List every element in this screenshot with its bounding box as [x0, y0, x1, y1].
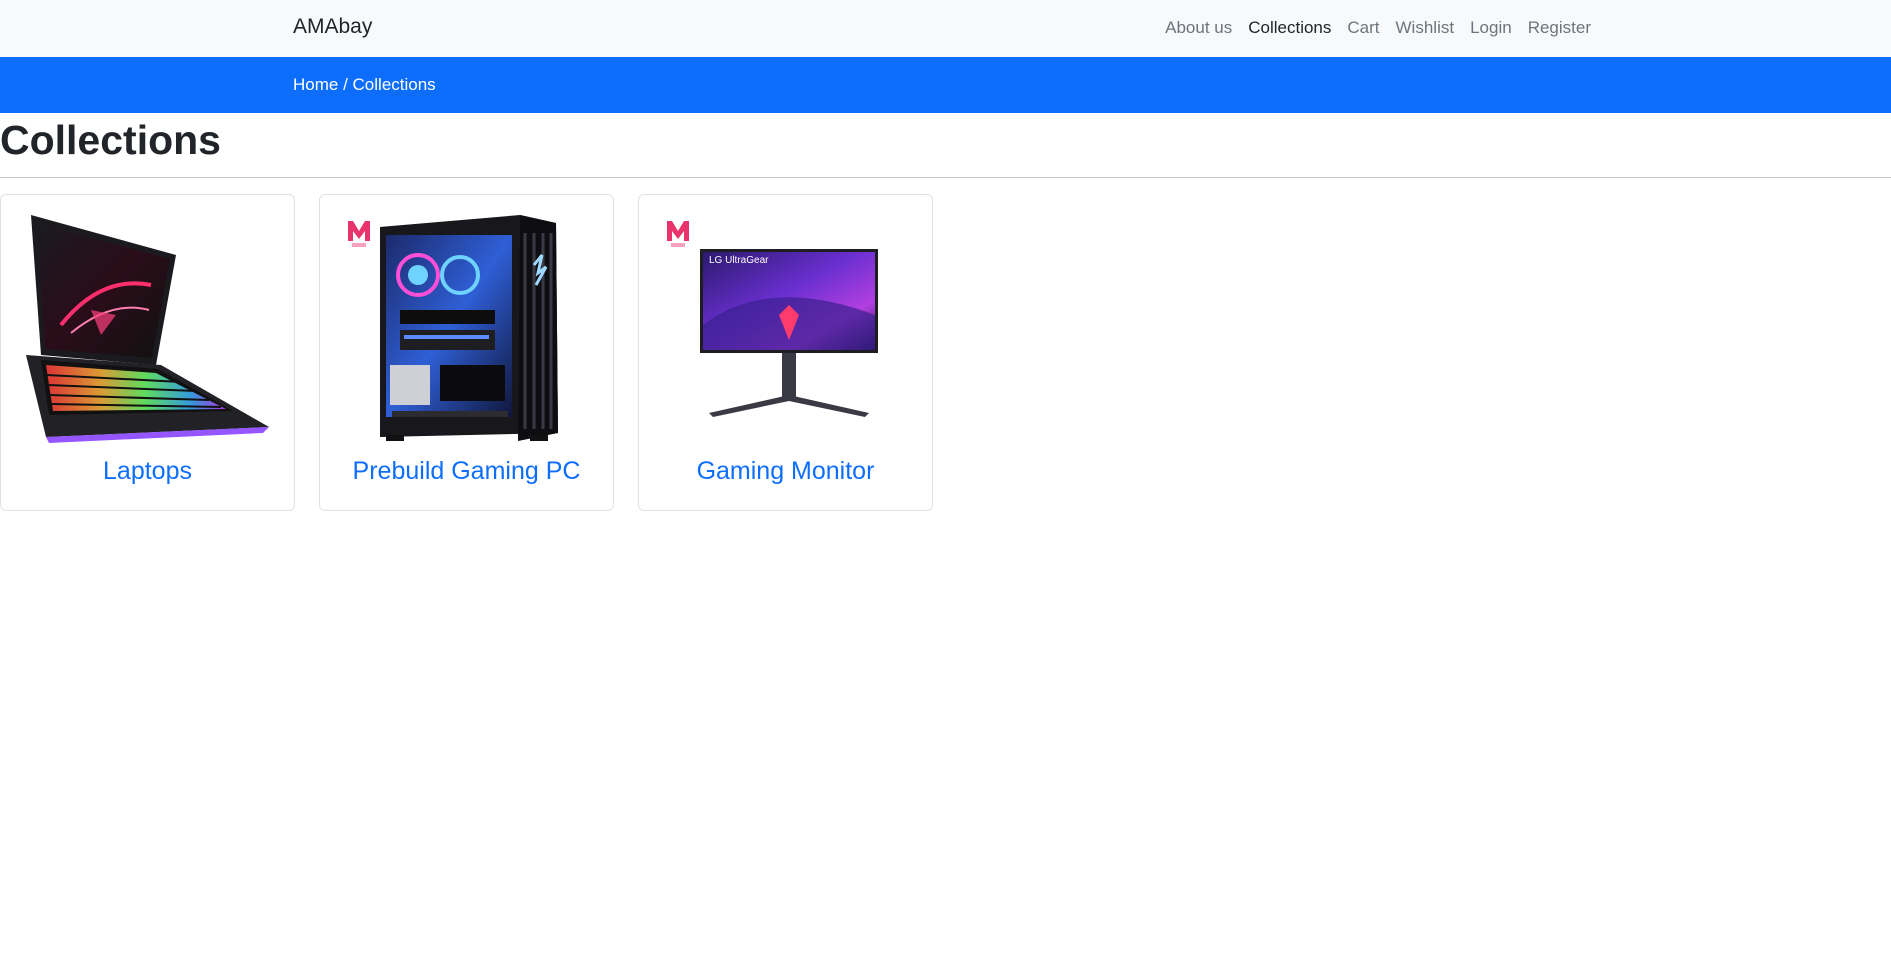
- breadcrumb-bar: Home / Collections: [0, 57, 1891, 113]
- gaming-pc-image: [380, 215, 558, 441]
- collection-card-gaming-monitor[interactable]: LG UltraGear Gaming Monitor: [638, 194, 933, 511]
- nav-register-link[interactable]: Register: [1528, 18, 1591, 38]
- title-divider: [0, 177, 1891, 178]
- brand-link[interactable]: AMAbay: [293, 15, 372, 39]
- monitor-brand-text: LG UltraGear: [709, 255, 769, 266]
- breadcrumb: Home / Collections: [293, 75, 436, 95]
- breadcrumb-current[interactable]: Collections: [353, 75, 436, 94]
- laptop-image: [26, 215, 269, 443]
- nav-menu: About us Collections Cart Wishlist Login…: [1165, 18, 1591, 38]
- gaming-monitor-image: LG UltraGear: [700, 249, 878, 417]
- breadcrumb-separator: /: [338, 75, 353, 94]
- collection-card-laptops[interactable]: Laptops: [0, 194, 295, 511]
- card-title-gaming-monitor[interactable]: Gaming Monitor: [639, 457, 932, 486]
- card-title-prebuild-gaming-pc[interactable]: Prebuild Gaming PC: [320, 457, 613, 486]
- nav-collections-link[interactable]: Collections: [1248, 18, 1331, 38]
- nav-wishlist-link[interactable]: Wishlist: [1396, 18, 1455, 38]
- nav-cart-link[interactable]: Cart: [1347, 18, 1379, 38]
- nav-about-link[interactable]: About us: [1165, 18, 1232, 38]
- nav-login-link[interactable]: Login: [1470, 18, 1512, 38]
- top-navbar: AMAbay About us Collections Cart Wishlis…: [0, 0, 1891, 57]
- card-title-laptops[interactable]: Laptops: [1, 457, 294, 486]
- breadcrumb-home-link[interactable]: Home: [293, 75, 338, 94]
- page-title: Collections: [0, 117, 221, 163]
- collection-card-prebuild-gaming-pc[interactable]: Prebuild Gaming PC: [319, 194, 614, 511]
